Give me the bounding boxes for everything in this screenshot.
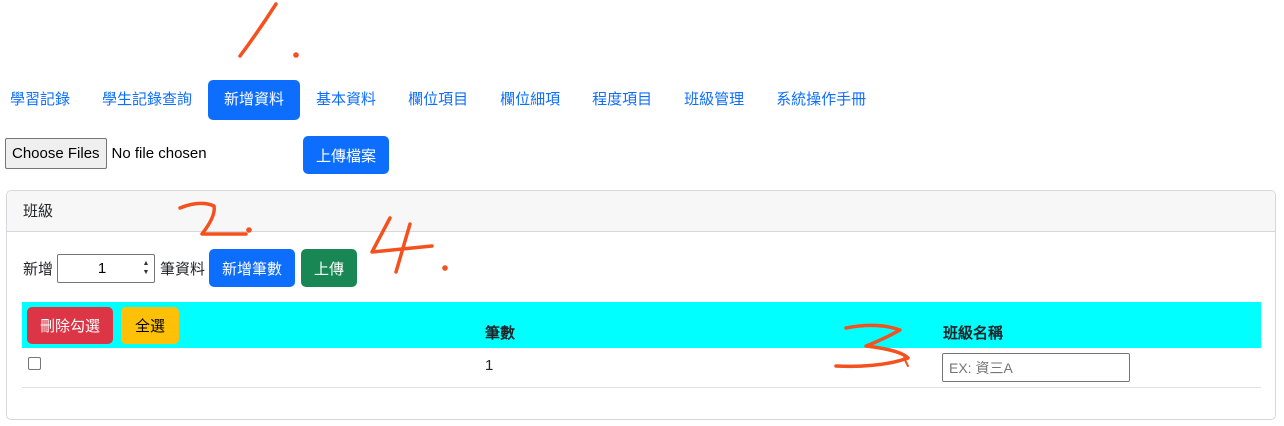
file-status-text: No file chosen	[111, 145, 207, 162]
add-rows-controls: 新增 1 ▲ ▼ 筆資料 新增筆數 上傳	[23, 249, 358, 287]
annotation-mark-1	[238, 2, 278, 58]
row-count-cell: 1	[485, 357, 494, 374]
class-name-input[interactable]	[942, 353, 1130, 382]
nav-tabs: 學習記錄 學生記錄查詢 新增資料 基本資料 欄位項目 欄位細項 程度項目 班級管…	[0, 80, 882, 120]
tab-add-data[interactable]: 新增資料	[208, 80, 301, 120]
tab-field-items[interactable]: 欄位項目	[392, 80, 484, 120]
tab-student-record-query[interactable]: 學生記錄查詢	[86, 80, 208, 120]
tab-basic-data[interactable]: 基本資料	[300, 80, 392, 120]
row-count-input[interactable]: 1 ▲ ▼	[57, 253, 156, 283]
choose-files-button[interactable]: Choose Files	[5, 138, 107, 169]
add-rows-button[interactable]: 新增筆數	[209, 249, 296, 287]
tab-class-management[interactable]: 班級管理	[668, 80, 760, 120]
column-header-class-name: 班級名稱	[943, 325, 1004, 342]
tab-learning-record[interactable]: 學習記錄	[0, 80, 86, 120]
delete-selected-button[interactable]: 刪除勾選	[27, 307, 114, 344]
annotation-dot-1	[293, 52, 299, 58]
tab-level-items[interactable]: 程度項目	[576, 80, 668, 120]
table-header: 刪除勾選 全選 筆數 班級名稱	[22, 302, 1261, 348]
file-chooser: Choose Files No file chosen	[5, 138, 207, 169]
tab-system-manual[interactable]: 系統操作手冊	[760, 80, 882, 120]
upload-file-button[interactable]: 上傳檔案	[303, 136, 390, 174]
upload-button[interactable]: 上傳	[301, 249, 358, 287]
row-checkbox[interactable]	[28, 357, 41, 370]
column-header-count: 筆數	[485, 325, 516, 342]
spinner-arrows-icon[interactable]: ▲ ▼	[138, 255, 154, 282]
add-suffix-label: 筆資料	[160, 260, 206, 278]
select-all-button[interactable]: 全選	[121, 307, 180, 344]
tab-field-details[interactable]: 欄位細項	[484, 80, 576, 120]
table-row: 1	[22, 348, 1261, 388]
class-card: 班級 新增 1 ▲ ▼ 筆資料 新增筆數 上傳 刪除勾選 全選 筆數 班級名稱 1	[6, 190, 1276, 420]
add-prefix-label: 新增	[23, 260, 54, 278]
row-count-value: 1	[97, 259, 107, 277]
card-header: 班級	[7, 191, 1275, 232]
